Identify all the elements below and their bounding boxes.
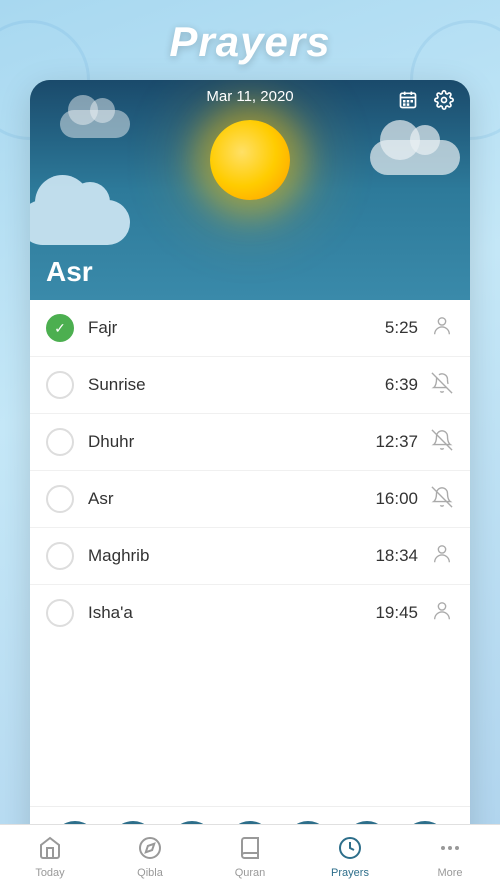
- prayer-notify-maghrib[interactable]: [430, 543, 454, 570]
- header-date: Mar 11, 2020: [206, 88, 293, 105]
- prayer-item-asr[interactable]: Asr16:00: [30, 471, 470, 528]
- calendar-icon[interactable]: [394, 86, 422, 117]
- prayer-item-fajr[interactable]: ✓ Fajr5:25: [30, 300, 470, 357]
- prayer-item-maghrib[interactable]: Maghrib18:34: [30, 528, 470, 585]
- nav-label-prayers: Prayers: [331, 867, 369, 879]
- compass-icon: [138, 836, 162, 864]
- prayer-notify-sunrise[interactable]: [430, 372, 454, 399]
- prayer-notify-asr[interactable]: [430, 486, 454, 513]
- cloud-top: [60, 110, 130, 138]
- prayer-check-isha'a[interactable]: [46, 599, 74, 627]
- prayer-check-asr[interactable]: [46, 485, 74, 513]
- main-card: Mar 11, 2020: [30, 80, 470, 879]
- nav-item-today[interactable]: Today: [0, 828, 100, 887]
- nav-item-quran[interactable]: Quran: [200, 828, 300, 887]
- prayer-name-sunrise: Sunrise: [88, 375, 385, 395]
- prayer-time-asr: 16:00: [375, 489, 418, 509]
- prayer-name-maghrib: Maghrib: [88, 546, 375, 566]
- settings-icon[interactable]: [430, 86, 458, 117]
- prayer-name-asr: Asr: [88, 489, 375, 509]
- current-prayer-label: Asr: [46, 256, 93, 288]
- prayer-check-fajr[interactable]: ✓: [46, 314, 74, 342]
- prayer-time-isha'a: 19:45: [375, 603, 418, 623]
- prayer-time-dhuhr: 12:37: [375, 432, 418, 452]
- prayer-check-sunrise[interactable]: [46, 371, 74, 399]
- nav-label-qibla: Qibla: [137, 867, 163, 879]
- book-icon: [238, 836, 262, 864]
- prayer-notify-isha'a[interactable]: [430, 600, 454, 627]
- prayer-notify-dhuhr[interactable]: [430, 429, 454, 456]
- prayer-check-maghrib[interactable]: [46, 542, 74, 570]
- prayer-check-dhuhr[interactable]: [46, 428, 74, 456]
- prayer-name-fajr: Fajr: [88, 318, 385, 338]
- home-icon: [38, 836, 62, 864]
- prayer-notify-fajr[interactable]: [430, 315, 454, 342]
- prayer-time-sunrise: 6:39: [385, 375, 418, 395]
- prayer-item-dhuhr[interactable]: Dhuhr12:37: [30, 414, 470, 471]
- page-title: Prayers: [169, 18, 330, 66]
- nav-label-today: Today: [35, 867, 64, 879]
- dots-icon: [438, 836, 462, 864]
- prayer-name-isha'a: Isha'a: [88, 603, 375, 623]
- nav-label-more: More: [437, 867, 462, 879]
- prayer-item-isha'a[interactable]: Isha'a19:45: [30, 585, 470, 641]
- nav-label-quran: Quran: [235, 867, 266, 879]
- nav-item-qibla[interactable]: Qibla: [100, 828, 200, 887]
- cloud-left: [30, 200, 130, 245]
- bottom-nav: Today Qibla Quran Prayers More: [0, 824, 500, 889]
- prayer-time-maghrib: 18:34: [375, 546, 418, 566]
- prayer-name-dhuhr: Dhuhr: [88, 432, 375, 452]
- sun: [210, 120, 290, 200]
- prayer-list: ✓ Fajr5:25 Sunrise6:39 Dhuhr12:37 Asr16:0…: [30, 300, 470, 806]
- nav-item-prayers[interactable]: Prayers: [300, 828, 400, 887]
- prayer-item-sunrise[interactable]: Sunrise6:39: [30, 357, 470, 414]
- clock-icon: [338, 836, 362, 864]
- prayer-time-fajr: 5:25: [385, 318, 418, 338]
- nav-item-more[interactable]: More: [400, 828, 500, 887]
- card-header: Mar 11, 2020: [30, 80, 470, 300]
- header-icons: [394, 86, 458, 117]
- cloud-right: [370, 140, 460, 175]
